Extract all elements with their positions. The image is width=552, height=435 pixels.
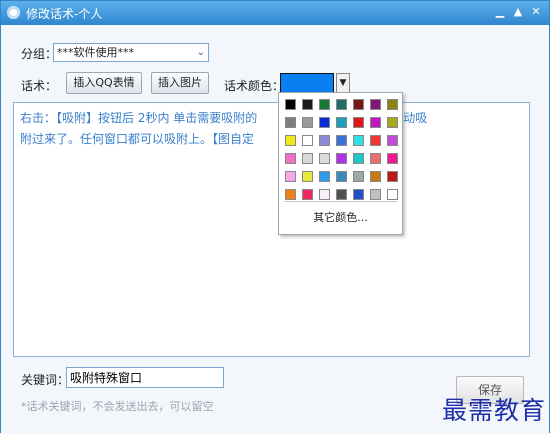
color-swatch[interactable] — [285, 135, 296, 146]
speech-label: 话术： — [21, 79, 58, 93]
color-swatch[interactable] — [336, 153, 347, 164]
color-swatch[interactable] — [387, 189, 398, 200]
color-swatch[interactable] — [319, 171, 330, 182]
color-swatch[interactable] — [370, 117, 381, 128]
insert-qq-emoji-button[interactable]: 插入QQ表情 — [66, 72, 142, 94]
color-swatch[interactable] — [302, 99, 313, 110]
color-swatch[interactable] — [336, 171, 347, 182]
color-swatch[interactable] — [353, 153, 364, 164]
color-swatch[interactable] — [302, 171, 313, 182]
color-swatch[interactable] — [319, 189, 330, 200]
editor-line-2: 附过来了。任何窗口都可以吸附上。【图自定 — [20, 132, 255, 146]
dialog-window: 修改话术-个人 ▁ ▲ ✕ 分组： ***软件使用*** ⌄ 话术： 插入QQ表… — [0, 0, 550, 434]
minimize-icon[interactable]: ▁ — [493, 4, 507, 20]
color-swatch[interactable] — [302, 189, 313, 200]
color-swatch[interactable] — [353, 189, 364, 200]
color-swatch[interactable] — [370, 189, 381, 200]
color-swatch[interactable] — [353, 171, 364, 182]
color-swatch[interactable] — [285, 189, 296, 200]
color-dropdown-arrow-icon[interactable]: ▼ — [336, 73, 350, 93]
color-swatch[interactable] — [285, 117, 296, 128]
color-swatch[interactable] — [336, 189, 347, 200]
color-swatch[interactable] — [353, 135, 364, 146]
color-swatch[interactable] — [353, 117, 364, 128]
color-swatch[interactable] — [302, 153, 313, 164]
more-colors-button[interactable]: 其它颜色... — [279, 209, 402, 225]
color-swatch[interactable] — [387, 153, 398, 164]
color-swatch[interactable] — [387, 135, 398, 146]
color-swatch[interactable] — [387, 117, 398, 128]
group-select[interactable]: ***软件使用*** ⌄ — [53, 43, 209, 62]
speech-editor[interactable]: 右击：【吸附】按钮后 2秒内 单击需要吸附的标，助手就会自动吸 附过来了。任何窗… — [13, 102, 530, 357]
close-icon[interactable]: ✕ — [529, 4, 543, 20]
dialog-content: 分组： ***软件使用*** ⌄ 话术： 插入QQ表情 插入图片 话术颜色： ▼… — [1, 25, 549, 434]
app-icon — [7, 6, 20, 19]
palette-divider — [284, 201, 397, 202]
color-swatch[interactable] — [336, 135, 347, 146]
keyword-hint: *话术关键词，不会发送出去，可以留空 — [21, 400, 214, 413]
color-swatch[interactable] — [319, 117, 330, 128]
color-swatch[interactable] — [319, 135, 330, 146]
color-swatch[interactable] — [387, 171, 398, 182]
color-swatch[interactable] — [370, 153, 381, 164]
color-swatch[interactable] — [336, 99, 347, 110]
color-swatch[interactable] — [319, 153, 330, 164]
color-swatch-grid — [285, 99, 398, 200]
chevron-down-icon: ⌄ — [196, 47, 205, 58]
window-title: 修改话术-个人 — [26, 7, 103, 21]
color-picker-swatch[interactable] — [280, 73, 334, 93]
speech-color-label: 话术颜色： — [224, 79, 285, 93]
keyword-input[interactable] — [66, 367, 224, 388]
color-swatch[interactable] — [387, 99, 398, 110]
title-bar[interactable]: 修改话术-个人 ▁ ▲ ✕ — [1, 1, 549, 25]
color-swatch[interactable] — [353, 99, 364, 110]
color-palette-popup: 其它颜色... — [278, 92, 403, 235]
color-swatch[interactable] — [370, 135, 381, 146]
color-swatch[interactable] — [319, 99, 330, 110]
group-label: 分组： — [21, 47, 58, 61]
maximize-icon[interactable]: ▲ — [511, 4, 525, 20]
color-swatch[interactable] — [370, 99, 381, 110]
color-swatch[interactable] — [285, 153, 296, 164]
color-swatch[interactable] — [285, 171, 296, 182]
editor-line-1: 右击：【吸附】按钮后 2秒内 单击需要吸附的标，助手就会自动吸 — [20, 111, 427, 125]
watermark-text: 最需教育 — [441, 396, 546, 425]
color-swatch[interactable] — [285, 99, 296, 110]
color-swatch[interactable] — [370, 171, 381, 182]
color-swatch[interactable] — [302, 117, 313, 128]
color-swatch[interactable] — [336, 117, 347, 128]
group-select-value: ***软件使用*** — [57, 46, 134, 59]
insert-image-button[interactable]: 插入图片 — [151, 72, 209, 94]
color-swatch[interactable] — [302, 135, 313, 146]
keyword-label: 关键词： — [21, 373, 70, 387]
